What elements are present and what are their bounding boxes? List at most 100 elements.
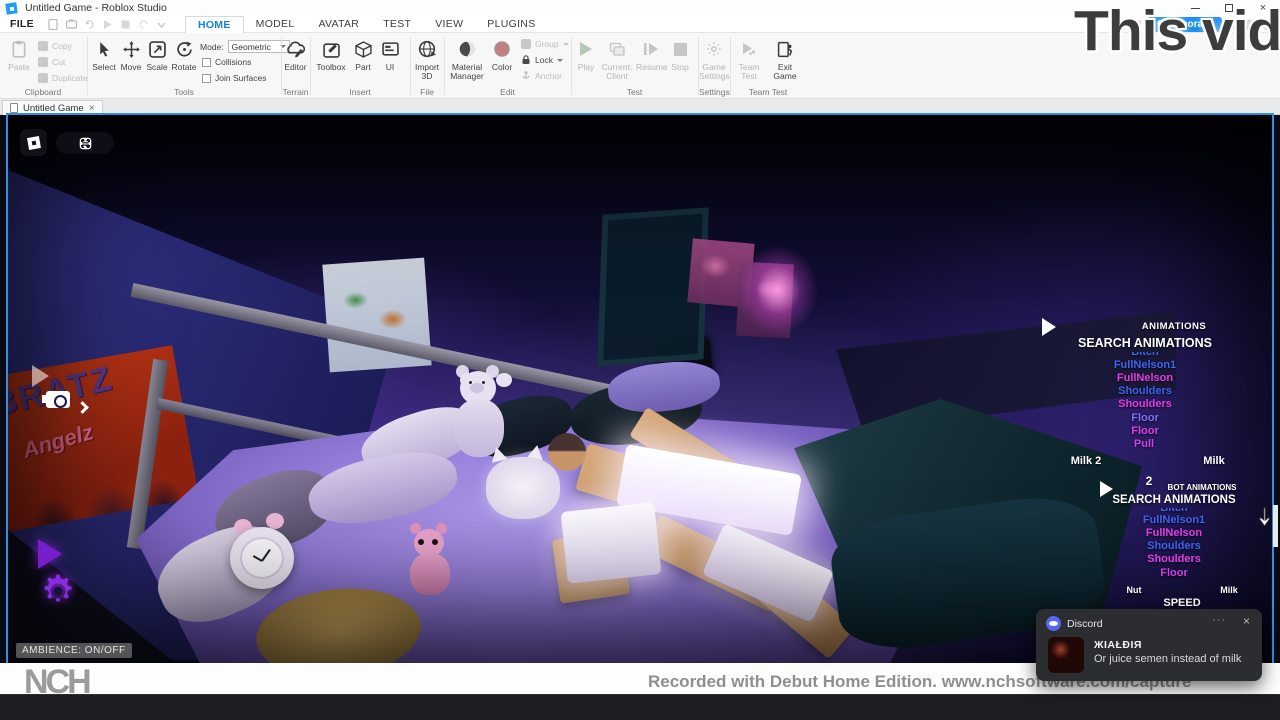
stop-icon: [674, 43, 687, 56]
notification-message: Or juice semen instead of milk: [1094, 653, 1241, 665]
milk-button[interactable]: Milk: [1203, 455, 1224, 467]
stop-button[interactable]: Stop: [668, 38, 692, 72]
animation-item[interactable]: FullNelson1: [1114, 359, 1176, 371]
play-quick-icon[interactable]: [102, 19, 113, 30]
speed-label: SPEED: [1163, 597, 1200, 609]
animation-item-clipped[interactable]: Bitch: [1131, 352, 1159, 359]
bot-animations-title: BOT ANIMATIONS: [1168, 483, 1237, 492]
animation-item[interactable]: Floor: [1160, 567, 1188, 579]
discord-notification[interactable]: Discord ··· × ЖIAŁĐIЯ Or juice semen ins…: [1036, 609, 1262, 681]
new-file-icon[interactable]: [48, 19, 59, 30]
bot-search-animations-button[interactable]: SEARCH ANIMATIONS: [1112, 494, 1235, 506]
notification-app-name: Discord: [1067, 618, 1103, 630]
animation-item[interactable]: Shoulders: [1147, 540, 1201, 552]
milk2-button[interactable]: Milk 2: [1071, 455, 1102, 467]
animation-item[interactable]: Floor: [1131, 412, 1159, 424]
notification-username: ЖIAŁĐIЯ: [1094, 639, 1142, 651]
open-file-icon[interactable]: [66, 19, 77, 30]
group-button[interactable]: Group: [521, 39, 569, 49]
part-button[interactable]: Part: [351, 38, 375, 72]
animation-item[interactable]: FullNelson1: [1143, 514, 1205, 526]
animation-item[interactable]: Shoulders: [1118, 385, 1172, 397]
exit-game-button[interactable]: Exit Game: [769, 38, 801, 82]
lock-icon: [521, 55, 531, 65]
checkbox-icon: [202, 58, 211, 67]
undo-icon[interactable]: [84, 19, 95, 30]
ribbon-group-terrain: Editor Terrain: [282, 33, 309, 99]
stop-quick-icon[interactable]: [120, 19, 131, 30]
tab-model[interactable]: MODEL: [244, 16, 307, 33]
copy-button[interactable]: Copy: [38, 41, 72, 51]
tab-close-icon[interactable]: ×: [89, 103, 95, 114]
tab-view[interactable]: VIEW: [423, 16, 475, 33]
purple-play-icon[interactable]: [38, 539, 62, 569]
toolbox-button[interactable]: Toolbox: [315, 38, 347, 72]
ambience-toggle-button[interactable]: AMBIENCE: ON/OFF: [16, 643, 132, 658]
collisions-checkbox[interactable]: Collisions: [202, 57, 251, 67]
play-button[interactable]: Play: [574, 38, 598, 72]
color-button[interactable]: Color: [489, 38, 515, 72]
bot-count: 2: [1146, 474, 1153, 488]
chat-list-icon[interactable]: [79, 137, 92, 150]
animation-item[interactable]: Shoulders: [1147, 553, 1201, 565]
file-menu[interactable]: FILE: [10, 18, 34, 30]
ribbon-group-test: Play Current: Client Resume Stop Test: [572, 33, 697, 99]
resume-button[interactable]: Resume: [636, 38, 666, 72]
play-icon: [580, 42, 592, 56]
ui-button[interactable]: UI: [379, 38, 401, 72]
notification-close-icon[interactable]: ×: [1243, 614, 1250, 628]
current-client-button[interactable]: Current: Client: [600, 38, 634, 82]
purple-gear-icon[interactable]: [40, 573, 76, 609]
bot-animations-play-button[interactable]: [1100, 481, 1113, 497]
scale-tool-button[interactable]: Scale: [144, 38, 170, 72]
duplicate-icon: [38, 73, 48, 83]
select-tool-button[interactable]: Select: [90, 38, 118, 72]
redo-icon[interactable]: [138, 19, 149, 30]
tab-test[interactable]: TEST: [371, 16, 423, 33]
duplicate-button[interactable]: Duplicate: [38, 73, 87, 83]
tab-plugins[interactable]: PLUGINS: [475, 16, 547, 33]
roblox-studio-window: Untitled Game - Roblox Studio × FILE HOM…: [0, 0, 1280, 720]
scrollbar-sliver[interactable]: [1273, 505, 1278, 547]
game-viewport[interactable]: BRATZ Angelz: [8, 115, 1272, 663]
search-animations-button[interactable]: SEARCH ANIMATIONS: [1078, 336, 1212, 350]
animation-item[interactable]: Floor: [1131, 425, 1159, 437]
move-tool-button[interactable]: Move: [118, 38, 144, 72]
lock-button[interactable]: Lock: [521, 55, 563, 65]
animation-item[interactable]: Pull: [1134, 438, 1154, 450]
animations-play-button[interactable]: [1042, 318, 1056, 336]
document-tab-untitled-game[interactable]: Untitled Game ×: [2, 100, 103, 115]
notification-avatar: [1048, 637, 1084, 673]
animation-item[interactable]: FullNelson: [1146, 527, 1202, 539]
game-settings-button[interactable]: Game Settings: [699, 38, 729, 82]
tab-avatar[interactable]: AVATAR: [307, 16, 372, 33]
animation-item[interactable]: Shoulders: [1118, 398, 1172, 410]
place-icon: [10, 103, 18, 113]
mode-row: Mode: Geometric: [200, 40, 290, 53]
ribbon-group-insert: Toolbox Part UI Insert: [311, 33, 409, 99]
roblox-menu-button[interactable]: [20, 129, 47, 156]
milk-button[interactable]: Milk: [1220, 585, 1238, 595]
animation-item[interactable]: FullNelson: [1117, 372, 1173, 384]
team-test-button[interactable]: Team Test: [735, 38, 763, 82]
cut-button[interactable]: Cut: [38, 57, 65, 67]
join-surfaces-checkbox[interactable]: Join Surfaces: [202, 73, 267, 83]
anchor-icon: [521, 71, 531, 81]
tab-home[interactable]: HOME: [185, 16, 244, 33]
game-topbar-pill[interactable]: [56, 132, 114, 154]
gear-icon: [706, 41, 722, 57]
camera-icon[interactable]: [46, 391, 70, 408]
nut-button[interactable]: Nut: [1127, 585, 1142, 595]
rotate-tool-button[interactable]: Rotate: [170, 38, 198, 72]
play-overlay-icon[interactable]: [32, 365, 49, 387]
roblox-studio-logo-icon: [5, 2, 17, 14]
paste-button[interactable]: Paste: [4, 38, 34, 72]
material-manager-button[interactable]: Material Manager: [447, 38, 487, 82]
notification-more-icon[interactable]: ···: [1212, 614, 1226, 626]
ribbon-group-clipboard: Paste Copy Cut Duplicate Clipboard: [0, 33, 86, 99]
import-3d-button[interactable]: Import 3D: [412, 38, 442, 82]
copy-icon: [38, 41, 48, 51]
terrain-editor-button[interactable]: Editor: [282, 38, 309, 72]
customize-quick-access-caret[interactable]: [156, 19, 167, 30]
anchor-button[interactable]: Anchor: [521, 71, 562, 81]
